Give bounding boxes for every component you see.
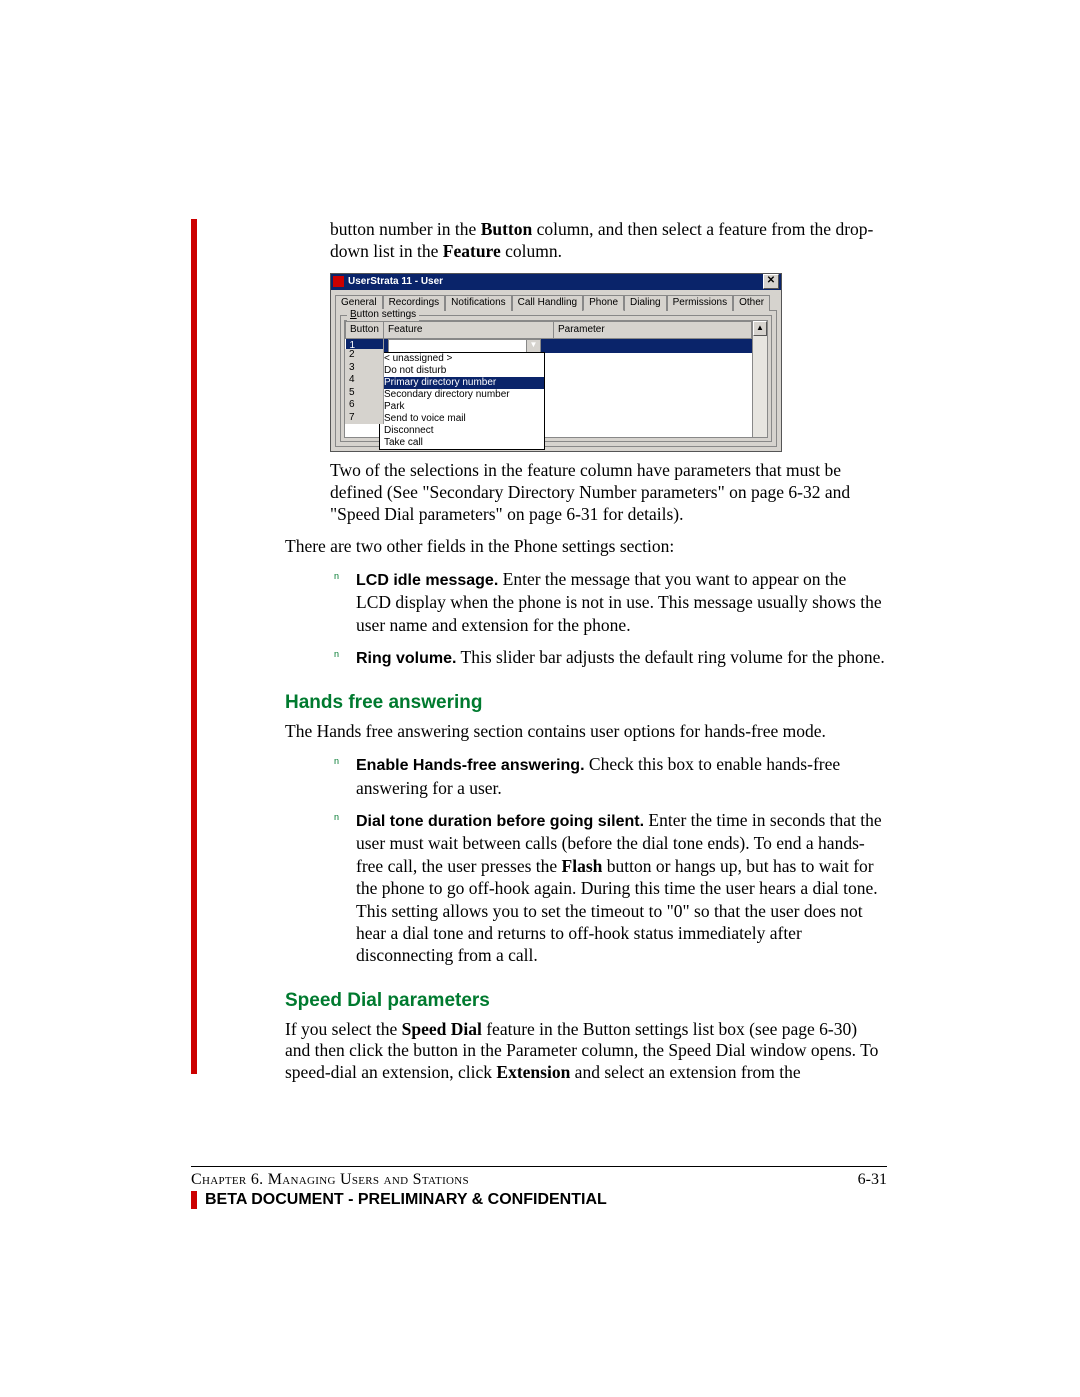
tab-permissions[interactable]: Permissions <box>667 295 733 312</box>
dropdown-option[interactable]: Do not disturb <box>380 365 544 377</box>
tab-other[interactable]: Other <box>733 295 770 312</box>
left-red-bar <box>191 219 197 1074</box>
table-row[interactable]: 4 <box>345 374 384 387</box>
bullet-title: Dial tone duration before going silent. <box>356 813 644 830</box>
feature-dropdown[interactable]: Primary directory number ▼ <box>388 339 541 353</box>
tab-strip: General Recordings Notifications Call Ha… <box>331 290 781 311</box>
intro-paragraph: button number in the Button column, and … <box>330 219 885 263</box>
window-title: UserStrata 11 - User <box>348 276 443 289</box>
dropdown-option[interactable]: Send to voice mail <box>380 413 544 425</box>
speed-dial-paragraph: If you select the Speed Dial feature in … <box>285 1019 885 1085</box>
two-other-fields: There are two other fields in the Phone … <box>285 536 885 558</box>
list-item: Dial tone duration before going silent. … <box>356 809 885 967</box>
dropdown-option[interactable]: Disconnect <box>380 425 544 437</box>
button-number: 5 <box>345 387 384 400</box>
tab-dialing[interactable]: Dialing <box>624 295 667 312</box>
list-item: LCD idle message. Enter the message that… <box>356 568 885 636</box>
table-row[interactable]: 1 Primary directory number ▼ <box>346 339 752 354</box>
user-dialog-window: UserStrata 11 - User ✕ General Recording… <box>330 273 782 453</box>
button-number: 6 <box>345 399 384 412</box>
col-parameter[interactable]: Parameter <box>554 322 752 339</box>
after-window-paragraph: Two of the selections in the feature col… <box>330 460 885 526</box>
app-icon <box>333 276 344 287</box>
list-item: Enable Hands-free answering. Check this … <box>356 753 885 799</box>
button-settings-group: Button settings Button Feature Parameter <box>340 315 772 442</box>
dropdown-option[interactable]: < unassigned > <box>380 353 544 365</box>
footer-page-number: 6-31 <box>858 1171 887 1189</box>
heading-speed-dial: Speed Dial parameters <box>285 989 885 1013</box>
footer-rule <box>191 1166 887 1167</box>
close-button[interactable]: ✕ <box>763 274 779 289</box>
hands-free-intro: The Hands free answering section contain… <box>285 721 885 743</box>
text: column. <box>501 241 562 261</box>
table-row[interactable]: 6 <box>345 399 384 412</box>
tab-phone[interactable]: Phone <box>583 295 624 312</box>
titlebar[interactable]: UserStrata 11 - User ✕ <box>331 274 781 290</box>
col-feature[interactable]: Feature <box>384 322 554 339</box>
text: button number in the <box>330 219 481 239</box>
text: and select an extension from the <box>570 1062 800 1082</box>
button-number: 3 <box>345 362 384 375</box>
footer-red-bar <box>191 1191 197 1209</box>
text: If you select the <box>285 1019 402 1039</box>
table-row[interactable]: 3 <box>345 362 384 375</box>
table-row[interactable]: 7 <box>345 412 384 425</box>
footer-confidential: BETA DOCUMENT - PRELIMINARY & CONFIDENTI… <box>205 1191 607 1209</box>
bullet-title: Ring volume. <box>356 650 456 667</box>
table-row[interactable]: 5 <box>345 387 384 400</box>
col-button[interactable]: Button <box>346 322 384 339</box>
table-row[interactable]: 2 <box>345 349 384 362</box>
bold-button: Button <box>481 219 533 239</box>
bullet-title: LCD idle message. <box>356 572 498 589</box>
button-number: 4 <box>345 374 384 387</box>
bold-feature: Feature <box>443 241 501 261</box>
tab-notifications[interactable]: Notifications <box>445 295 511 312</box>
dropdown-option[interactable]: Park <box>380 401 544 413</box>
button-settings-table[interactable]: Button Feature Parameter 1 Primary direc… <box>344 320 768 438</box>
dropdown-option[interactable]: Take call <box>380 437 544 449</box>
scroll-up-button[interactable]: ▲ <box>753 321 767 336</box>
phone-tab-panel: Button settings Button Feature Parameter <box>335 310 777 447</box>
group-label: Button settings <box>347 309 419 322</box>
heading-hands-free: Hands free answering <box>285 691 885 715</box>
body-text: button number in the Button column, and … <box>330 219 885 1094</box>
button-number: 2 <box>345 349 384 362</box>
dropdown-option[interactable]: Secondary directory number <box>380 389 544 401</box>
flash-bold: Flash <box>562 856 603 876</box>
chevron-down-icon[interactable]: ▼ <box>526 340 540 352</box>
bullet-body: This slider bar adjusts the default ring… <box>456 647 884 667</box>
footer-chapter: Chapter 6. Managing Users and Stations <box>191 1171 469 1189</box>
feature-dropdown-list[interactable]: < unassigned > Do not disturb Primary di… <box>379 352 545 450</box>
tab-call-handling[interactable]: Call Handling <box>512 295 583 312</box>
dropdown-option[interactable]: Primary directory number <box>380 377 544 389</box>
extension-bold: Extension <box>496 1062 570 1082</box>
vertical-scrollbar[interactable]: ▲ <box>752 321 767 437</box>
bullet-title: Enable Hands-free answering. <box>356 757 585 774</box>
scroll-track[interactable] <box>753 336 767 437</box>
list-item: Ring volume. This slider bar adjusts the… <box>356 646 885 669</box>
button-number: 7 <box>345 412 384 425</box>
page-footer: Chapter 6. Managing Users and Stations 6… <box>191 1166 887 1209</box>
dropdown-value: Primary directory number <box>392 340 504 351</box>
speed-dial-bold: Speed Dial <box>402 1019 482 1039</box>
